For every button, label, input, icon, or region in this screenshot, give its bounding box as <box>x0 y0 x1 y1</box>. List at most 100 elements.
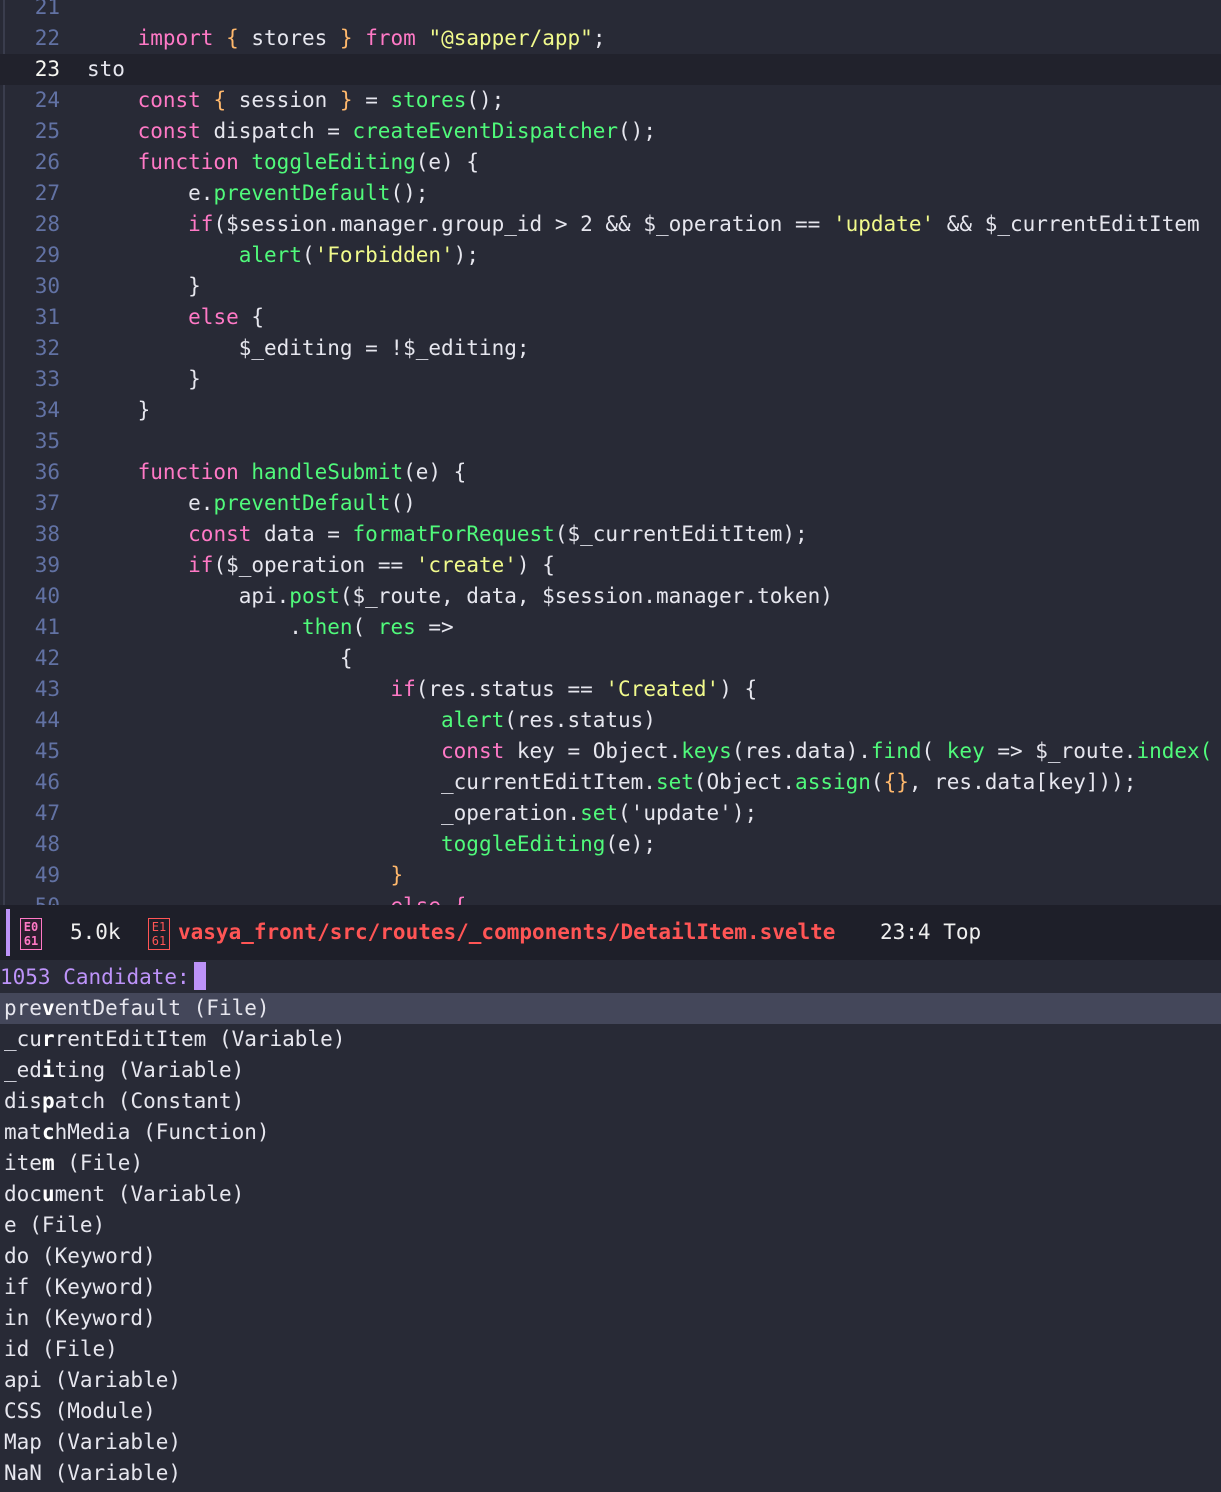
line-number: 23 <box>34 57 60 81</box>
code-token: session <box>226 88 340 112</box>
code-line[interactable]: 30 } <box>0 271 1221 302</box>
code-text: function toggleEditing(e) { <box>87 147 479 178</box>
code-token: (res.data). <box>731 739 871 763</box>
candidate-item[interactable]: document (Variable) <box>0 1179 1221 1210</box>
code-token: set <box>655 770 694 794</box>
line-number: 49 <box>34 863 60 887</box>
code-token: (); <box>618 119 656 143</box>
code-line[interactable]: 34 } <box>0 395 1221 426</box>
buffer-size: 5.0k <box>70 920 121 944</box>
candidate-item[interactable]: _currentEditItem (Variable) <box>0 1024 1221 1055</box>
candidate-item[interactable]: _editing (Variable) <box>0 1055 1221 1086</box>
code-line[interactable]: 23 sto <box>0 54 1221 85</box>
code-token: 'Created' <box>605 677 720 701</box>
candidate-item[interactable]: Map (Variable) <box>0 1427 1221 1458</box>
code-line[interactable]: 26 function toggleEditing(e) { <box>0 147 1221 178</box>
code-line[interactable]: 41 .then( res => <box>0 612 1221 643</box>
match-highlight: u <box>41 1182 55 1206</box>
candidate-item[interactable]: if (Keyword) <box>0 1272 1221 1303</box>
line-number: 36 <box>34 460 60 484</box>
candidate-text: ting (Variable) <box>54 1058 245 1082</box>
code-token: } <box>87 398 151 422</box>
code-line[interactable]: 33 } <box>0 364 1221 395</box>
code-token: (res.status == <box>415 677 606 701</box>
code-line[interactable]: 44 alert(res.status) <box>0 705 1221 736</box>
code-token: assign <box>795 770 871 794</box>
candidate-text: (File) <box>54 1151 144 1175</box>
code-line[interactable]: 29 alert('Forbidden'); <box>0 240 1221 271</box>
code-line[interactable]: 39 if($_operation == 'create') { <box>0 550 1221 581</box>
code-line[interactable]: 27 e.preventDefault(); <box>0 178 1221 209</box>
candidate-item[interactable]: id (File) <box>0 1334 1221 1365</box>
line-number: 24 <box>34 88 60 112</box>
code-line[interactable]: 28 if($session.manager.group_id > 2 && $… <box>0 209 1221 240</box>
candidate-item[interactable]: api (Variable) <box>0 1365 1221 1396</box>
file-error-badge[interactable]: E1 61 <box>148 918 170 950</box>
code-token: ) { <box>719 677 758 701</box>
modeline-indicator-bar <box>6 909 10 956</box>
candidate-item[interactable]: in (Keyword) <box>0 1303 1221 1334</box>
code-token: api. <box>87 584 290 608</box>
code-line[interactable]: 38 const data = formatForRequest($_curre… <box>0 519 1221 550</box>
code-token: ('update'); <box>618 801 758 825</box>
candidate-item[interactable]: do (Keyword) <box>0 1241 1221 1272</box>
code-line[interactable]: 32 $_editing = !$_editing; <box>0 333 1221 364</box>
line-number: 40 <box>34 584 60 608</box>
candidate-item[interactable]: e (File) <box>0 1210 1221 1241</box>
text-cursor <box>193 962 206 990</box>
code-line[interactable]: 42 { <box>0 643 1221 674</box>
scroll-position: Top <box>943 920 982 944</box>
code-line[interactable]: 47 _operation.set('update'); <box>0 798 1221 829</box>
code-token: = <box>352 88 391 112</box>
code-text: const key = Object.keys(res.data).find( … <box>87 736 1212 767</box>
line-number: 38 <box>34 522 60 546</box>
candidate-item[interactable]: dispatch (Constant) <box>0 1086 1221 1117</box>
code-token: { <box>87 646 353 670</box>
code-token: res <box>377 615 416 639</box>
code-token: preventDefault <box>213 491 391 515</box>
code-line[interactable]: 49 } <box>0 860 1221 891</box>
code-line[interactable]: 21 <box>0 0 1221 23</box>
code-line[interactable]: 48 toggleEditing(e); <box>0 829 1221 860</box>
minibuffer[interactable]: 1053 Candidate: <box>0 962 1221 992</box>
code-text: e.preventDefault(); <box>87 178 428 209</box>
code-line[interactable]: 50 else { <box>0 891 1221 905</box>
error-count-badge[interactable]: E0 61 <box>20 918 42 950</box>
code-line[interactable]: 36 function handleSubmit(e) { <box>0 457 1221 488</box>
code-token: key = Object. <box>504 739 682 763</box>
match-highlight: v <box>41 996 55 1020</box>
code-editor[interactable]: 21 22 import { stores } from "@sapper/app… <box>0 0 1221 905</box>
candidate-count: 1053 <box>0 965 51 989</box>
code-line[interactable]: 45 const key = Object.keys(res.data).fin… <box>0 736 1221 767</box>
code-token: 'Forbidden' <box>314 243 454 267</box>
code-token: { <box>238 305 265 329</box>
candidate-item[interactable]: NaN (Variable) <box>0 1458 1221 1489</box>
candidate-item[interactable]: CSS (Module) <box>0 1396 1221 1427</box>
code-token: . <box>87 615 302 639</box>
code-token: ( <box>870 770 884 794</box>
editor-lines: 21 22 import { stores } from "@sapper/app… <box>0 0 1221 905</box>
candidate-item[interactable]: preventDefault (File) <box>0 993 1221 1024</box>
code-line[interactable]: 37 e.preventDefault() <box>0 488 1221 519</box>
file-path[interactable]: vasya_front/src/routes/_components/Detai… <box>178 905 835 960</box>
code-token: $_editing = !$_editing; <box>87 336 530 360</box>
code-token: "@sapper/app" <box>428 26 593 50</box>
code-line[interactable]: 46 _currentEditItem.set(Object.assign({}… <box>0 767 1221 798</box>
candidate-item[interactable]: matchMedia (Function) <box>0 1117 1221 1148</box>
code-token: ($_currentEditItem); <box>554 522 808 546</box>
code-line[interactable]: 43 if(res.status == 'Created') { <box>0 674 1221 705</box>
code-line[interactable]: 24 const { session } = stores(); <box>0 85 1221 116</box>
candidate-item[interactable]: item (File) <box>0 1148 1221 1179</box>
code-text: { <box>87 643 353 674</box>
code-line[interactable]: 31 else { <box>0 302 1221 333</box>
code-line[interactable]: 22 import { stores } from "@sapper/app"; <box>0 23 1221 54</box>
code-line[interactable]: 25 const dispatch = createEventDispatche… <box>0 116 1221 147</box>
code-line[interactable]: 35 <box>0 426 1221 457</box>
code-line[interactable]: 40 api.post($_route, data, $session.mana… <box>0 581 1221 612</box>
code-token: post <box>289 584 340 608</box>
